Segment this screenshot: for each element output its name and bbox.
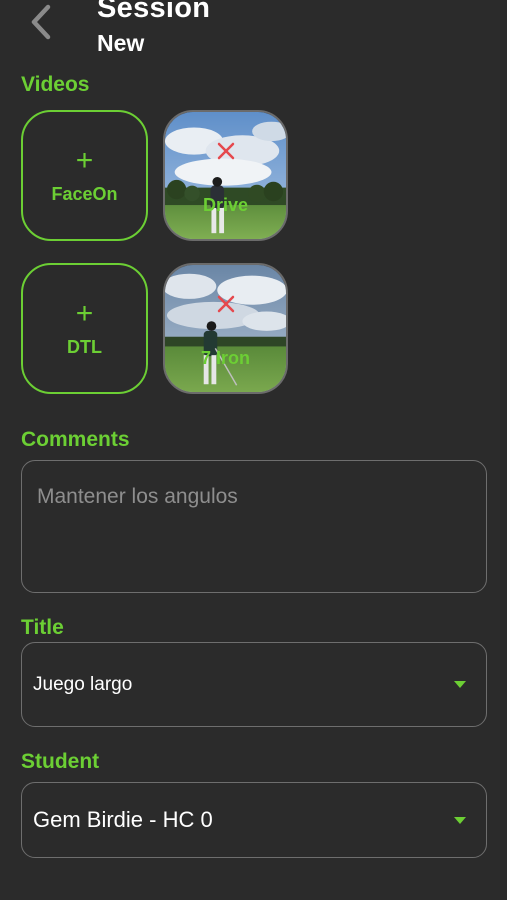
title-label: Title bbox=[21, 616, 64, 639]
close-icon[interactable] bbox=[215, 140, 237, 162]
videos-label: Videos bbox=[21, 73, 90, 96]
chevron-left-icon bbox=[31, 4, 51, 40]
comments-input[interactable]: Mantener los angulos bbox=[21, 460, 487, 593]
session-screen: Session New Videos + FaceOn Drive + DTL … bbox=[0, 0, 507, 900]
video-label-7-iron: 7 Iron bbox=[200, 348, 250, 368]
add-faceon-video-button[interactable]: + FaceOn bbox=[21, 110, 148, 241]
add-dtl-video-button[interactable]: + DTL bbox=[21, 263, 148, 394]
plus-icon: + bbox=[75, 144, 94, 177]
student-label: Student bbox=[21, 750, 100, 773]
caret-down-icon bbox=[454, 816, 466, 824]
video-label-drive: Drive bbox=[202, 195, 249, 215]
add-faceon-label: FaceOn bbox=[51, 184, 118, 204]
student-select-value: Gem Birdie - HC 0 bbox=[33, 807, 213, 832]
student-select[interactable]: Gem Birdie - HC 0 bbox=[21, 782, 487, 858]
page-subtitle: New bbox=[97, 30, 145, 56]
title-select[interactable]: Juego largo bbox=[21, 642, 487, 727]
caret-down-icon bbox=[454, 681, 466, 688]
page-title: Session bbox=[97, 0, 211, 24]
video-thumbnail-7-iron[interactable]: 7 Iron bbox=[163, 263, 288, 394]
title-select-value: Juego largo bbox=[33, 673, 133, 695]
video-frame-image bbox=[165, 112, 286, 239]
plus-icon: + bbox=[75, 297, 94, 330]
add-dtl-label: DTL bbox=[67, 337, 102, 357]
comments-label: Comments bbox=[21, 428, 130, 451]
video-frame-image bbox=[165, 265, 286, 392]
back-button[interactable] bbox=[24, 2, 56, 42]
video-thumbnail-drive[interactable]: Drive bbox=[163, 110, 288, 241]
close-icon[interactable] bbox=[215, 293, 237, 315]
